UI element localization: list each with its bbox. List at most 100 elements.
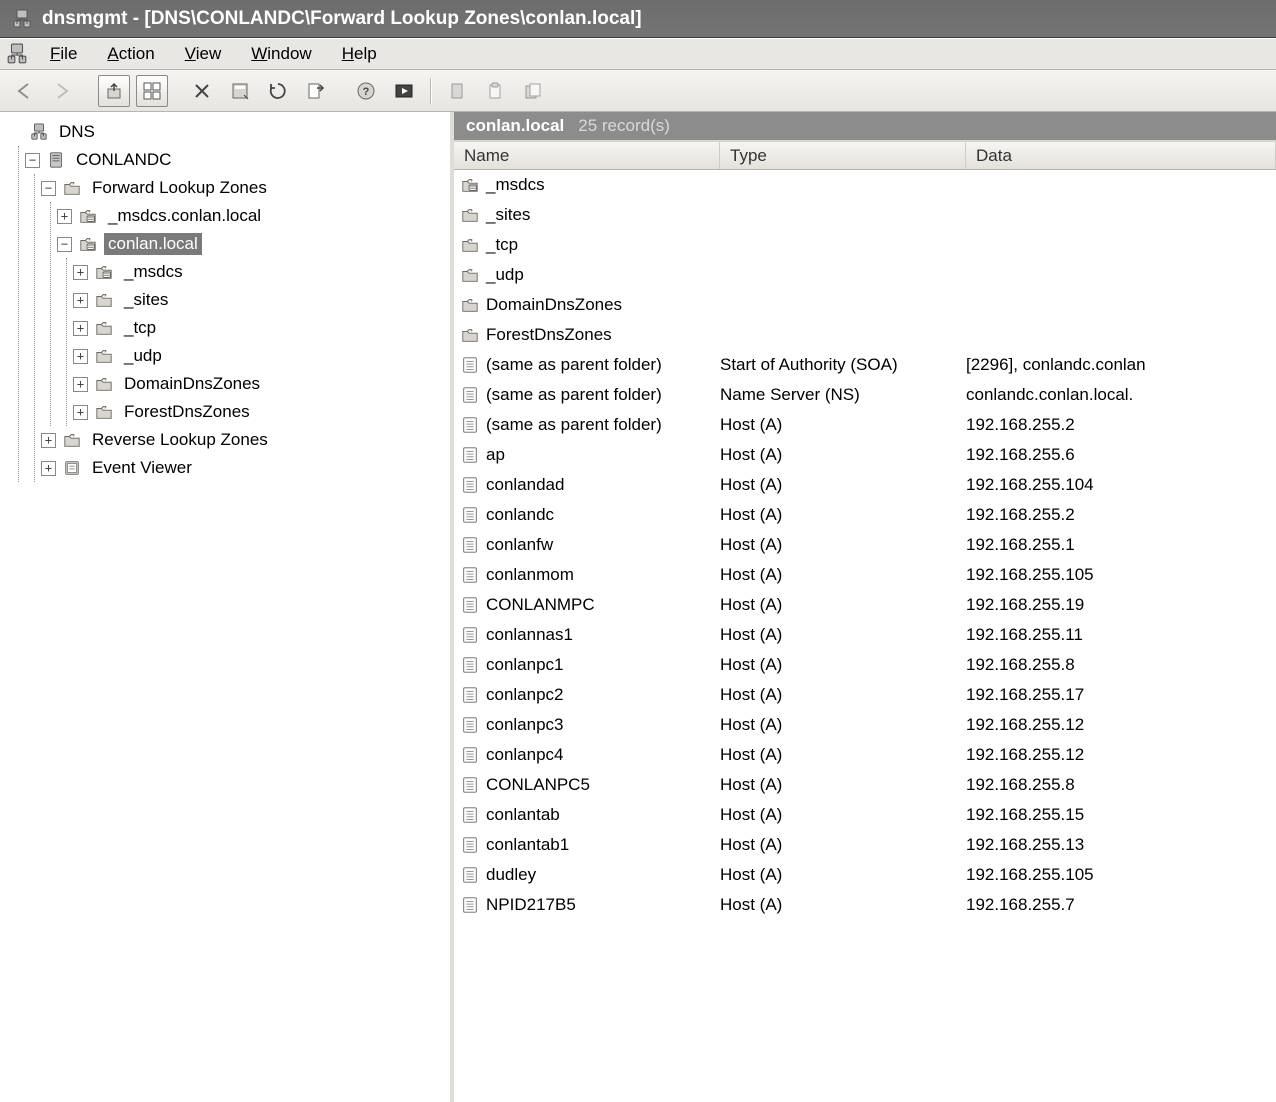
- tree-zone-msdcs[interactable]: + _msdcs.conlan.local: [57, 202, 450, 230]
- record-data: 192.168.255.104: [966, 475, 1276, 495]
- new-record-button[interactable]: [441, 75, 473, 107]
- record-row[interactable]: _udp: [454, 260, 1276, 290]
- menu-file[interactable]: File: [42, 40, 85, 68]
- record-name: ap: [486, 445, 505, 465]
- record-row[interactable]: conlanmomHost (A)192.168.255.105: [454, 560, 1276, 590]
- tree-root-dns[interactable]: DNS: [8, 118, 450, 146]
- column-header-name[interactable]: Name: [454, 142, 720, 169]
- folder-icon: [94, 346, 114, 366]
- zone-folder-icon: [94, 262, 114, 282]
- collapse-icon[interactable]: −: [57, 237, 72, 252]
- record-row[interactable]: conlanpc1Host (A)192.168.255.8: [454, 650, 1276, 680]
- tree-label: _tcp: [120, 317, 160, 339]
- tree-pane[interactable]: DNS − CONLANDC − Forward Lookup Zones: [0, 112, 454, 1102]
- expand-icon[interactable]: +: [41, 461, 56, 476]
- expand-icon[interactable]: +: [57, 209, 72, 224]
- record-type: Host (A): [720, 445, 966, 465]
- record-row[interactable]: ForestDnsZones: [454, 320, 1276, 350]
- record-name-cell: conlandc: [454, 505, 720, 525]
- column-header-data[interactable]: Data: [966, 142, 1276, 169]
- record-row[interactable]: _sites: [454, 200, 1276, 230]
- record-icon: [460, 715, 480, 735]
- column-header-type[interactable]: Type: [720, 142, 966, 169]
- tree-event-viewer[interactable]: + Event Viewer: [41, 454, 450, 482]
- help-button[interactable]: [350, 75, 382, 107]
- record-name-cell: conlanmom: [454, 565, 720, 585]
- record-row[interactable]: dudleyHost (A)192.168.255.105: [454, 860, 1276, 890]
- record-row[interactable]: DomainDnsZones: [454, 290, 1276, 320]
- expand-icon[interactable]: +: [73, 405, 88, 420]
- tree-sub-domaindnszones[interactable]: + DomainDnsZones: [73, 370, 450, 398]
- record-row[interactable]: conlanfwHost (A)192.168.255.1: [454, 530, 1276, 560]
- record-name: _tcp: [486, 235, 518, 255]
- run-button[interactable]: [388, 75, 420, 107]
- zone-folder-icon: [460, 175, 480, 195]
- records-list[interactable]: _msdcs _sites _tcp _udp DomainDnsZonesForest…: [454, 170, 1276, 1102]
- record-name: CONLANMPC: [486, 595, 595, 615]
- paste-button[interactable]: [517, 75, 549, 107]
- expand-icon[interactable]: +: [73, 349, 88, 364]
- record-name-cell: _udp: [454, 265, 720, 285]
- tree-sub-tcp[interactable]: + _tcp: [73, 314, 450, 342]
- up-one-level-button[interactable]: [98, 75, 130, 107]
- record-name: conlanpc3: [486, 715, 564, 735]
- record-row[interactable]: (same as parent folder)Name Server (NS)c…: [454, 380, 1276, 410]
- export-list-button[interactable]: [300, 75, 332, 107]
- tree-forward-lookup-zones[interactable]: − Forward Lookup Zones: [41, 174, 450, 202]
- collapse-icon[interactable]: −: [41, 181, 56, 196]
- tree-sub-sites[interactable]: + _sites: [73, 286, 450, 314]
- menu-view[interactable]: View: [177, 40, 230, 68]
- expand-icon[interactable]: +: [41, 433, 56, 448]
- tree-zone-conlan-local[interactable]: − conlan.local: [57, 230, 450, 258]
- record-name-cell: ap: [454, 445, 720, 465]
- record-row[interactable]: conlantabHost (A)192.168.255.15: [454, 800, 1276, 830]
- record-row[interactable]: _tcp: [454, 230, 1276, 260]
- folder-icon: [94, 402, 114, 422]
- menu-action[interactable]: Action: [99, 40, 162, 68]
- tree-server[interactable]: − CONLANDC: [25, 146, 450, 174]
- record-row[interactable]: conlantab1Host (A)192.168.255.13: [454, 830, 1276, 860]
- show-hide-tree-button[interactable]: [136, 75, 168, 107]
- tree-label: _sites: [120, 289, 172, 311]
- record-row[interactable]: conlandcHost (A)192.168.255.2: [454, 500, 1276, 530]
- record-row[interactable]: conlanpc3Host (A)192.168.255.12: [454, 710, 1276, 740]
- tree-label: _msdcs: [120, 261, 187, 283]
- properties-button[interactable]: [224, 75, 256, 107]
- tree-sub-udp[interactable]: + _udp: [73, 342, 450, 370]
- record-name: _udp: [486, 265, 524, 285]
- expand-icon[interactable]: +: [73, 265, 88, 280]
- record-name: _msdcs: [486, 175, 545, 195]
- record-icon: [460, 685, 480, 705]
- record-row[interactable]: apHost (A)192.168.255.6: [454, 440, 1276, 470]
- record-row[interactable]: CONLANMPCHost (A)192.168.255.19: [454, 590, 1276, 620]
- record-row[interactable]: (same as parent folder)Start of Authorit…: [454, 350, 1276, 380]
- record-data: 192.168.255.7: [966, 895, 1276, 915]
- tree-sub-msdcs[interactable]: + _msdcs: [73, 258, 450, 286]
- menu-help[interactable]: Help: [334, 40, 385, 68]
- system-menu-icon[interactable]: [6, 43, 28, 65]
- record-row[interactable]: (same as parent folder)Host (A)192.168.2…: [454, 410, 1276, 440]
- nav-forward-button[interactable]: [46, 75, 78, 107]
- record-row[interactable]: conlanpc4Host (A)192.168.255.12: [454, 740, 1276, 770]
- tree-label: Reverse Lookup Zones: [88, 429, 272, 451]
- record-type: Host (A): [720, 775, 966, 795]
- record-name: conlanpc1: [486, 655, 564, 675]
- tree-sub-forestdnszones[interactable]: + ForestDnsZones: [73, 398, 450, 426]
- expand-icon[interactable]: +: [73, 293, 88, 308]
- menu-window[interactable]: Window: [243, 40, 319, 68]
- record-row[interactable]: conlannas1Host (A)192.168.255.11: [454, 620, 1276, 650]
- nav-back-button[interactable]: [8, 75, 40, 107]
- tree-reverse-lookup-zones[interactable]: + Reverse Lookup Zones: [41, 426, 450, 454]
- record-row[interactable]: conlandadHost (A)192.168.255.104: [454, 470, 1276, 500]
- record-name: CONLANPC5: [486, 775, 590, 795]
- record-row[interactable]: conlanpc2Host (A)192.168.255.17: [454, 680, 1276, 710]
- record-row[interactable]: NPID217B5Host (A)192.168.255.7: [454, 890, 1276, 920]
- expand-icon[interactable]: +: [73, 377, 88, 392]
- expand-icon[interactable]: +: [73, 321, 88, 336]
- clipboard-button[interactable]: [479, 75, 511, 107]
- delete-button[interactable]: [186, 75, 218, 107]
- refresh-button[interactable]: [262, 75, 294, 107]
- collapse-icon[interactable]: −: [25, 153, 40, 168]
- record-row[interactable]: CONLANPC5Host (A)192.168.255.8: [454, 770, 1276, 800]
- record-row[interactable]: _msdcs: [454, 170, 1276, 200]
